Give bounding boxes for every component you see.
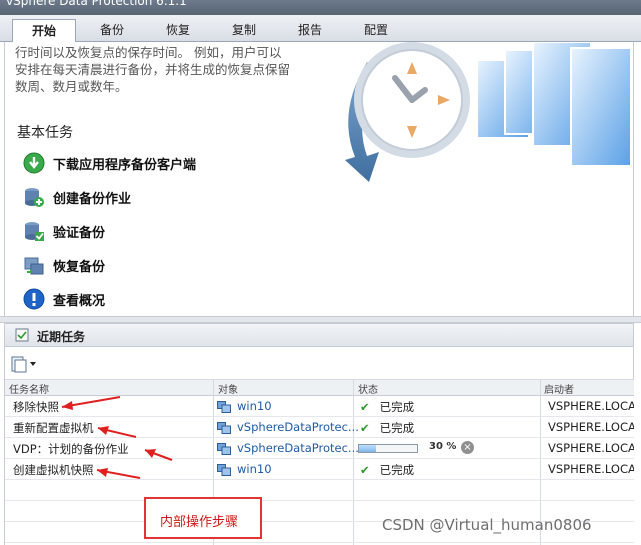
- tab-reports[interactable]: 报告: [282, 19, 338, 42]
- column-header-task-name[interactable]: 任务名称: [9, 381, 49, 396]
- table-row[interactable]: 创建虚拟机快照 win10 ✔ 已完成 VSPHERE.LOCA: [5, 459, 634, 480]
- tab-restore[interactable]: 恢复: [150, 19, 206, 42]
- recent-tasks-toolbar: [4, 347, 634, 379]
- initiator-cell: VSPHERE.LOCA: [548, 420, 634, 434]
- info-icon: [23, 288, 45, 310]
- check-icon: ✔: [360, 463, 370, 477]
- download-icon: [23, 152, 45, 174]
- restore-backup-icon: [24, 257, 44, 275]
- task-label: 恢复备份: [53, 259, 106, 275]
- task-label: 创建备份作业: [53, 191, 132, 207]
- tab-configuration[interactable]: 配置: [348, 19, 404, 42]
- status-text: 已完成: [379, 421, 415, 435]
- recent-tasks-header: 近期任务: [4, 323, 634, 347]
- annotation-box: 内部操作步骤: [144, 497, 262, 539]
- description-line: 安排在每天清晨进行备份，并将生成的恢复点保留: [15, 62, 291, 77]
- column-header-status[interactable]: 状态: [358, 381, 378, 396]
- window-title: vSphere Data Protection 6.1.1: [6, 0, 187, 8]
- tab-start[interactable]: 开始: [12, 19, 76, 42]
- recent-tasks-icon: [15, 328, 29, 342]
- description-line: 行时间以及恢复点的保存时间。 例如，用户可以: [15, 45, 282, 60]
- vm-icon: [217, 400, 231, 413]
- task-name-cell: VDP：计划的备份作业: [13, 442, 129, 456]
- task-label: 查看概况: [53, 293, 106, 309]
- tab-replication[interactable]: 复制: [216, 19, 272, 42]
- task-download-client[interactable]: 下载应用程序备份客户端: [23, 150, 196, 176]
- status-text: 已完成: [379, 463, 415, 477]
- initiator-cell: VSPHERE.LOCA: [548, 462, 634, 476]
- cancel-task-icon[interactable]: ×: [461, 441, 474, 454]
- task-view-overview[interactable]: 查看概况: [23, 286, 105, 312]
- annotation-label: 内部操作步骤: [160, 515, 239, 530]
- status-cell: ✔ 已完成: [360, 399, 414, 415]
- window-title-bar: vSphere Data Protection 6.1.1: [0, 0, 641, 15]
- vm-icon: [217, 463, 231, 476]
- start-panel: 行时间以及恢复点的保存时间。 例如，用户可以 安排在每天清晨进行备份，并将生成的…: [4, 42, 634, 316]
- object-cell[interactable]: win10: [217, 399, 272, 413]
- progress-fill: [359, 445, 377, 452]
- initiator-cell: VSPHERE.LOCA: [548, 399, 634, 413]
- task-create-backup-job[interactable]: 创建备份作业: [23, 184, 131, 210]
- task-name-cell: 移除快照: [13, 400, 59, 414]
- task-label: 验证备份: [53, 225, 106, 241]
- status-cell: ✔ 已完成: [360, 462, 414, 478]
- table-row[interactable]: 移除快照 win10 ✔ 已完成 VSPHERE.LOCA: [5, 396, 634, 417]
- task-restore-backup[interactable]: 恢复备份: [23, 252, 105, 278]
- table-row[interactable]: VDP：计划的备份作业 vSphereDataProtec... 30 % × …: [5, 438, 634, 459]
- object-name: win10: [237, 399, 272, 413]
- table-row[interactable]: 重新配置虚拟机 vSphereDataProtec... ✔ 已完成 VSPHER…: [5, 417, 634, 438]
- vm-icon: [217, 421, 231, 434]
- task-name-cell: 创建虚拟机快照: [13, 463, 94, 477]
- object-cell[interactable]: win10: [217, 462, 272, 476]
- check-icon: ✔: [360, 400, 370, 414]
- object-cell[interactable]: vSphereDataProtec...: [217, 441, 359, 455]
- object-cell[interactable]: vSphereDataProtec...: [217, 420, 359, 434]
- description-line: 数周、数月或数年。: [15, 79, 128, 94]
- create-backup-icon: [25, 188, 44, 207]
- progress-percent: 30 %: [429, 441, 457, 452]
- panel-splitter[interactable]: [0, 316, 641, 323]
- vm-icon: [217, 442, 231, 455]
- task-label: 下载应用程序备份客户端: [53, 157, 197, 173]
- status-text: 已完成: [379, 400, 415, 414]
- recent-tasks-title: 近期任务: [37, 330, 86, 344]
- backup-clock-illustration: [345, 42, 632, 182]
- check-icon: ✔: [360, 421, 370, 435]
- task-verify-backup[interactable]: 验证备份: [23, 218, 105, 244]
- object-name: win10: [237, 462, 272, 476]
- tab-backup[interactable]: 备份: [84, 19, 140, 42]
- status-cell: ✔ 已完成: [360, 420, 414, 436]
- object-name: vSphereDataProtec...: [237, 441, 359, 455]
- table-row: [5, 480, 634, 501]
- task-options-dropdown-icon[interactable]: [11, 355, 37, 373]
- task-name-cell: 重新配置虚拟机: [13, 421, 94, 435]
- column-header-initiator[interactable]: 启动者: [544, 381, 574, 396]
- basic-tasks-title: 基本任务: [17, 125, 73, 141]
- main-tab-bar: 开始 备份 恢复 复制 报告 配置: [0, 15, 641, 42]
- watermark: CSDN @Virtual_human0806: [382, 516, 592, 534]
- verify-backup-icon: [25, 222, 44, 241]
- column-header-object[interactable]: 对象: [218, 381, 238, 396]
- progress-bar: [358, 444, 418, 453]
- start-description: 行时间以及恢复点的保存时间。 例如，用户可以 安排在每天清晨进行备份，并将生成的…: [15, 44, 335, 95]
- object-name: vSphereDataProtec...: [237, 420, 359, 434]
- initiator-cell: VSPHERE.LOCA: [548, 441, 634, 455]
